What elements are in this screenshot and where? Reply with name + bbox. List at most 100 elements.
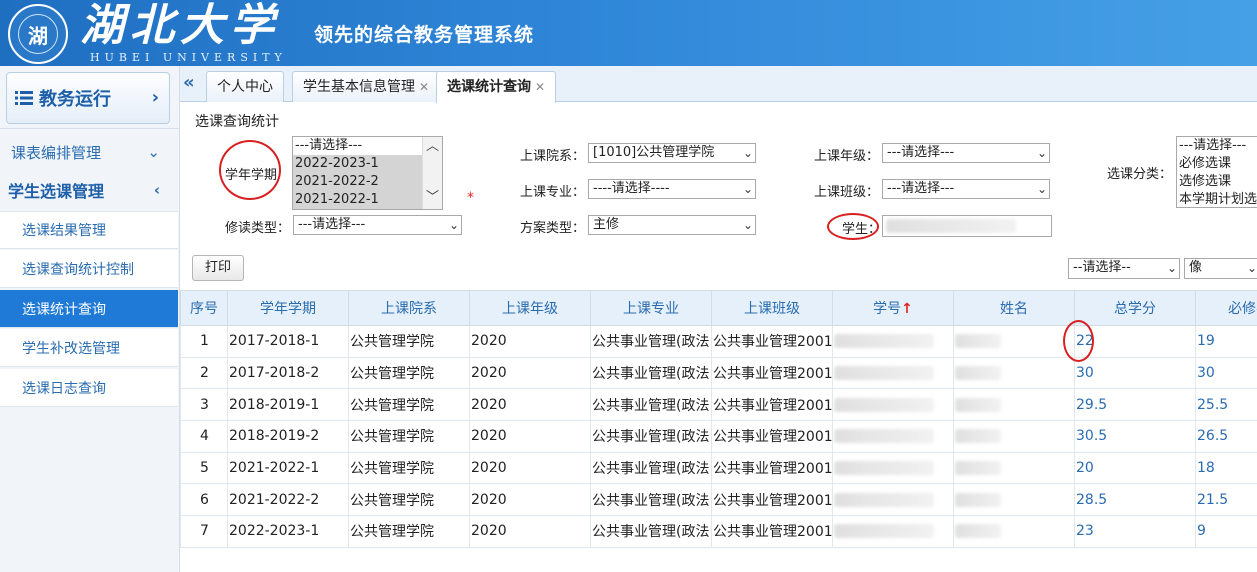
column-header-required-credits[interactable]: 必修学分 <box>1195 290 1257 326</box>
sidebar-item-supplementary-selection[interactable]: 学生补改选管理 <box>0 329 178 367</box>
table-row[interactable]: 1 2017-2018-1 公共管理学院 2020 公共事业管理(政法 公共事业管理200… <box>180 325 1257 358</box>
sidebar: 教务运行 › 课表编排管理 ⌄ 学生选课管理 ‹ 选课结果管理 选课查询统计控制… <box>0 66 180 572</box>
cell-total-credits[interactable]: 30.5 <box>1074 420 1196 453</box>
cell-required-credits[interactable]: 26.5 <box>1195 420 1257 453</box>
module-label: 教务运行 <box>39 89 111 110</box>
cell-total-credits[interactable]: 28.5 <box>1074 483 1196 517</box>
category-option[interactable]: 本学期计划选 <box>1177 191 1257 207</box>
chevron-down-icon: ⌄ <box>742 182 753 196</box>
major-select[interactable]: ----请选择---- ⌄ <box>588 179 756 199</box>
cell-grade: 2020 <box>469 388 591 422</box>
plan-type-select[interactable]: 主修 ⌄ <box>588 215 756 235</box>
category-option[interactable]: ---请选择--- <box>1177 137 1257 155</box>
cell-name <box>953 356 1075 390</box>
cell-required-credits[interactable]: 19 <box>1195 325 1257 358</box>
close-icon[interactable]: ✕ <box>419 80 429 94</box>
table-row[interactable]: 6 2021-2022-2 公共管理学院 2020 公共事业管理(政法 公共事业管理200… <box>180 483 1257 517</box>
redacted-value <box>834 461 934 476</box>
grade-select[interactable]: ---请选择--- ⌄ <box>882 143 1050 163</box>
cell-required-credits[interactable]: 21.5 <box>1195 483 1257 517</box>
column-header-student-id[interactable]: 学号↑ <box>832 290 954 326</box>
chevron-up-icon[interactable]: ︿ <box>426 138 439 156</box>
category-listbox[interactable]: ---请选择--- 必修选课 选修选课 本学期计划选 <box>1176 136 1257 208</box>
sidebar-item-selection-log[interactable]: 选课日志查询 <box>0 369 178 407</box>
redacted-value <box>834 334 934 349</box>
category-option[interactable]: 选修选课 <box>1177 173 1257 191</box>
class-select[interactable]: ---请选择--- ⌄ <box>882 179 1050 199</box>
redacted-value <box>955 334 1001 349</box>
cell-total-credits[interactable]: 22 <box>1074 325 1196 358</box>
column-header-grade[interactable]: 上课年级 <box>469 290 591 326</box>
chevron-down-icon[interactable]: ﹀ <box>426 189 439 207</box>
cell-required-credits[interactable]: 30 <box>1195 356 1257 390</box>
cell-required-credits[interactable]: 25.5 <box>1195 388 1257 422</box>
cell-total-credits[interactable]: 30 <box>1074 356 1196 390</box>
print-button[interactable]: 打印 <box>192 255 244 281</box>
column-header-college[interactable]: 上课院系 <box>348 290 470 326</box>
module-switcher[interactable]: 教务运行 › <box>6 72 170 124</box>
cell-major: 公共事业管理(政法 <box>590 325 712 358</box>
tab-label: 学生基本信息管理 <box>303 79 415 95</box>
class-label: 上课班级： <box>814 185 880 200</box>
category-label: 选课分类： <box>1107 167 1173 182</box>
cell-grade: 2020 <box>469 420 591 453</box>
tab-student-info[interactable]: 学生基本信息管理 ✕ <box>292 71 441 102</box>
cell-no: 2 <box>180 356 228 390</box>
redacted-value <box>955 366 1001 381</box>
display-mode-select[interactable]: 像 ⌄ <box>1184 258 1257 279</box>
table-row[interactable]: 3 2018-2019-1 公共管理学院 2020 公共事业管理(政法 公共事业管理200… <box>180 388 1257 422</box>
table-row[interactable]: 4 2018-2019-2 公共管理学院 2020 公共事业管理(政法 公共事业管理200… <box>180 420 1257 453</box>
table-row[interactable]: 5 2021-2022-1 公共管理学院 2020 公共事业管理(政法 公共事业管理200… <box>180 451 1257 485</box>
college-select[interactable]: [1010]公共管理学院 ⌄ <box>588 143 756 163</box>
listbox-scrollbar[interactable]: ︿ ﹀ <box>422 137 442 209</box>
column-header-term[interactable]: 学年学期 <box>227 290 349 326</box>
sidebar-item-selection-results[interactable]: 选课结果管理 <box>0 211 178 249</box>
redacted-value <box>955 397 1001 412</box>
column-header-no[interactable]: 序号 <box>180 290 228 326</box>
tab-label: 选课统计查询 <box>447 79 531 95</box>
tab-bar: « 个人中心 学生基本信息管理 ✕ 选课统计查询 ✕ <box>180 66 1257 103</box>
seal-glyph: 湖 <box>18 14 58 54</box>
double-chevron-left-icon[interactable]: « <box>183 72 199 94</box>
cell-required-credits[interactable]: 9 <box>1195 515 1257 548</box>
sidebar-item-label: 选课统计查询 <box>22 301 106 318</box>
cell-major: 公共事业管理(政法 <box>590 388 712 422</box>
study-type-select[interactable]: ---请选择--- ⌄ <box>293 215 462 235</box>
category-option[interactable]: 必修选课 <box>1177 155 1257 173</box>
sidebar-group-course-selection[interactable]: 学生选课管理 ‹ <box>0 171 178 209</box>
term-option[interactable]: 2021-2022-1 <box>293 191 442 209</box>
table-row[interactable]: 2 2017-2018-2 公共管理学院 2020 公共事业管理(政法 公共事业管理200… <box>180 356 1257 390</box>
term-listbox[interactable]: ---请选择--- 2022-2023-1 2021-2022-2 2021-2… <box>292 136 443 210</box>
sidebar-item-query-stat-control[interactable]: 选课查询统计控制 <box>0 250 178 288</box>
cell-required-credits[interactable]: 18 <box>1195 451 1257 485</box>
column-header-major[interactable]: 上课专业 <box>590 290 712 326</box>
close-icon[interactable]: ✕ <box>535 80 545 94</box>
list-icon <box>15 91 33 105</box>
sidebar-group-schedule[interactable]: 课表编排管理 ⌄ <box>0 133 178 171</box>
cell-total-credits[interactable]: 23 <box>1074 515 1196 548</box>
column-filter-select[interactable]: --请选择-- ⌄ <box>1068 258 1180 279</box>
sidebar-item-selection-stats-query[interactable]: 选课统计查询 <box>0 290 178 328</box>
tab-personal-center[interactable]: 个人中心 <box>206 71 284 102</box>
chevron-down-icon: ⌄ <box>1246 261 1257 275</box>
cell-total-credits[interactable]: 29.5 <box>1074 388 1196 422</box>
cell-grade: 2020 <box>469 325 591 358</box>
cell-term: 2018-2019-1 <box>227 388 349 422</box>
column-header-class[interactable]: 上课班级 <box>711 290 833 326</box>
table-row[interactable]: 7 2022-2023-1 公共管理学院 2020 公共事业管理(政法 公共事业管理200… <box>180 515 1257 548</box>
cell-no: 5 <box>180 451 228 485</box>
redacted-value <box>834 366 934 381</box>
term-option[interactable]: ---请选择--- <box>293 137 442 155</box>
cell-total-credits[interactable]: 20 <box>1074 451 1196 485</box>
term-option[interactable]: 2021-2022-2 <box>293 173 442 191</box>
student-input[interactable] <box>882 215 1052 237</box>
term-option[interactable]: 2022-2023-1 <box>293 155 442 173</box>
app-header: 湖 湖北大学 HUBEI UNIVERSITY 领先的综合教务管理系统 <box>0 0 1257 66</box>
column-header-total-credits[interactable]: 总学分 <box>1074 290 1196 326</box>
column-header-name[interactable]: 姓名 <box>953 290 1075 326</box>
cell-college: 公共管理学院 <box>348 356 470 390</box>
tab-selection-stats[interactable]: 选课统计查询 ✕ <box>436 71 557 103</box>
tab-label: 个人中心 <box>217 79 273 95</box>
sidebar-item-label: 学生补改选管理 <box>22 340 120 357</box>
sidebar-group-label: 学生选课管理 <box>8 182 105 201</box>
